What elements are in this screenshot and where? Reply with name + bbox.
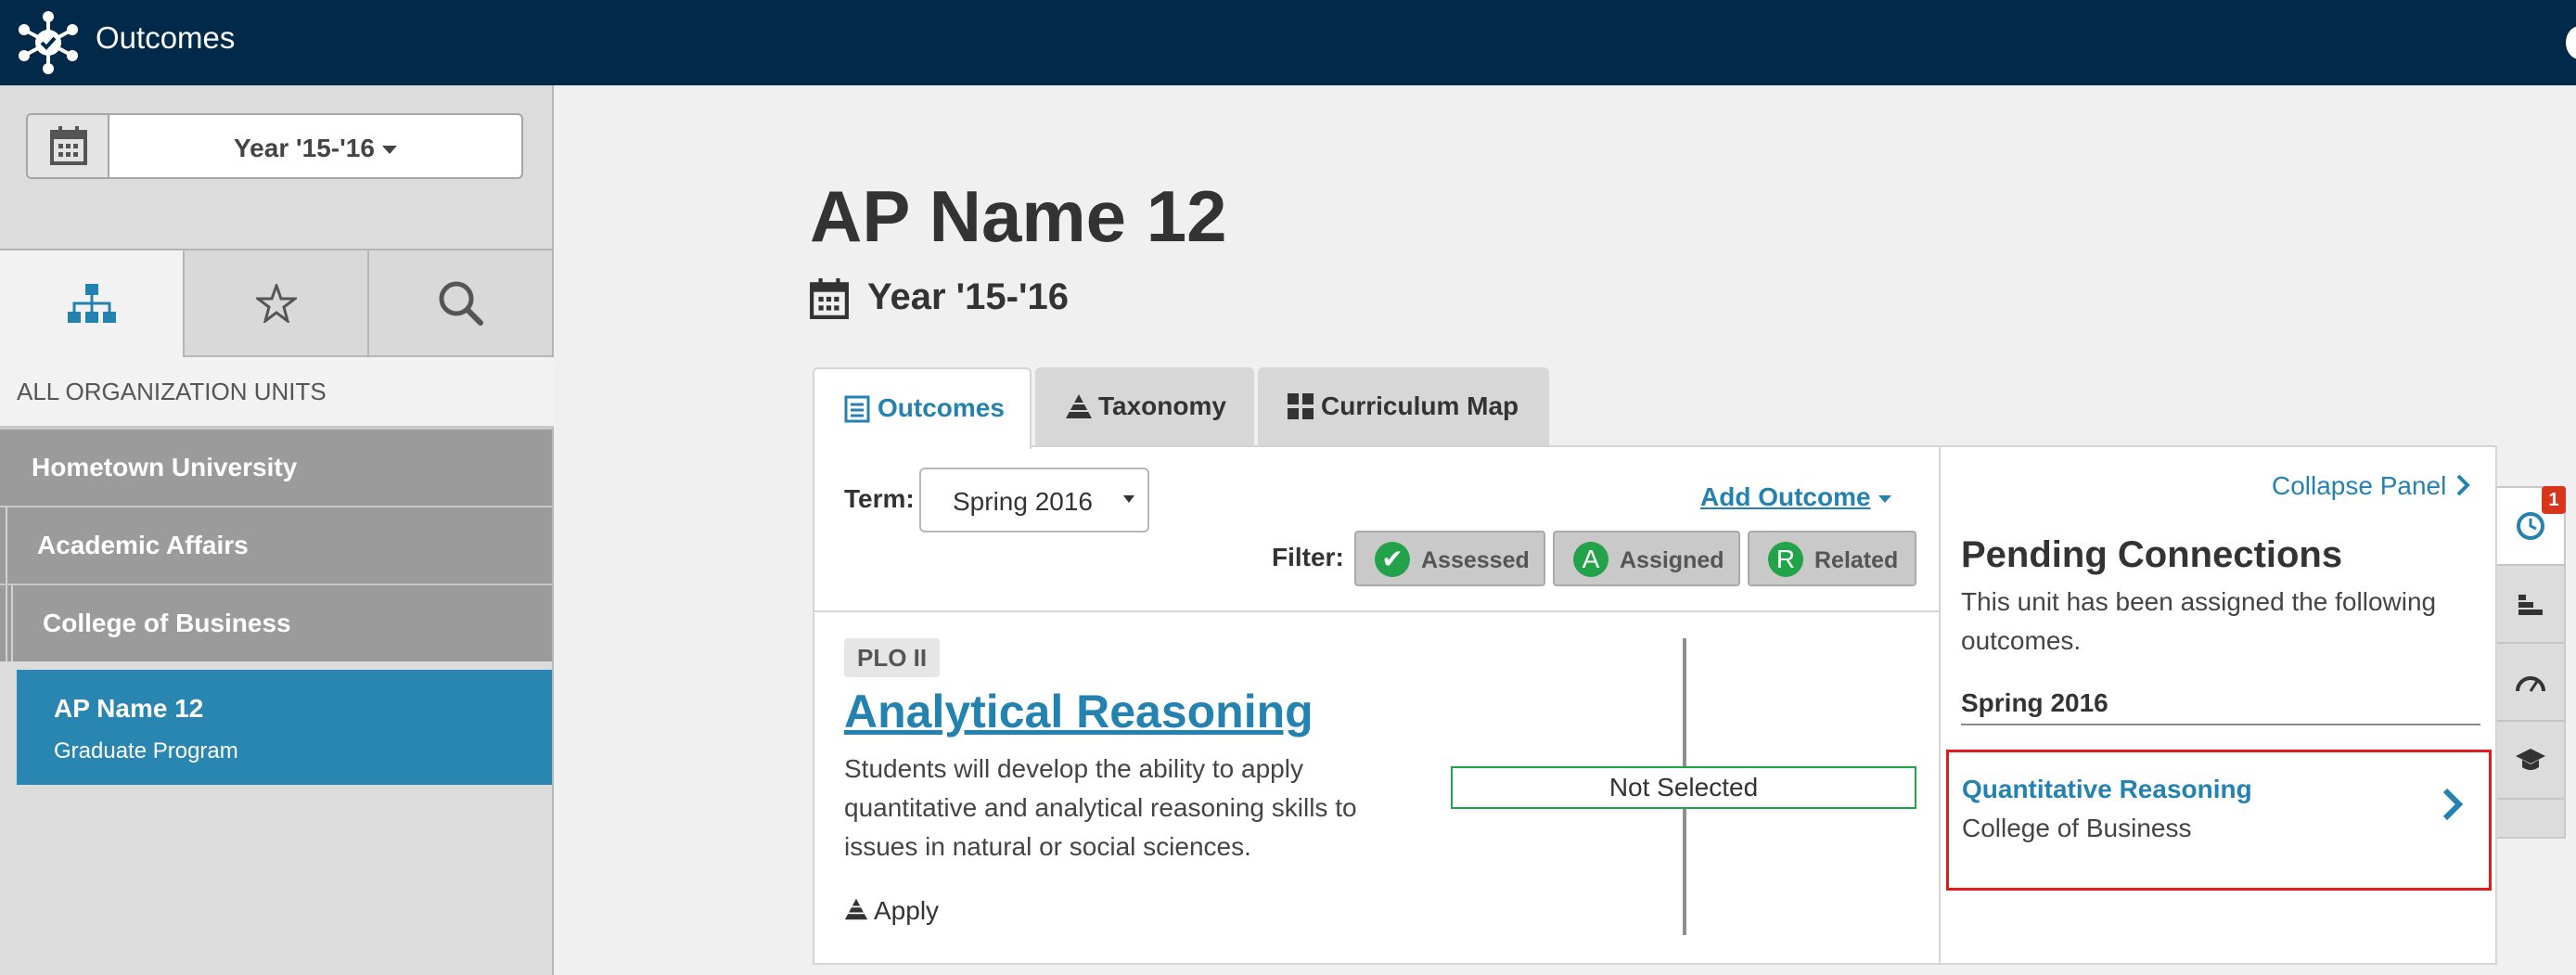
calendar-icon bbox=[50, 126, 87, 165]
caret-down-icon bbox=[381, 146, 397, 155]
pyramid-icon bbox=[844, 898, 868, 920]
tab-hierarchy[interactable] bbox=[0, 249, 185, 357]
grid-icon bbox=[1288, 393, 1314, 419]
chevron-right-icon bbox=[2442, 788, 2464, 821]
tab-curriculum-map[interactable]: Curriculum Map bbox=[1258, 367, 1549, 445]
graduation-cap-icon bbox=[2516, 749, 2545, 770]
chevron-right-icon bbox=[2456, 474, 2471, 496]
rail-courses-button[interactable] bbox=[2497, 722, 2564, 800]
term-select[interactable]: Spring 2016 bbox=[919, 468, 1149, 532]
search-icon bbox=[439, 281, 483, 326]
tree-item-hometown-university[interactable]: Hometown University bbox=[0, 428, 552, 506]
star-icon bbox=[255, 283, 297, 323]
calendar-icon bbox=[810, 278, 849, 319]
tree-item-active-unit[interactable]: AP Name 12 Graduate Program bbox=[17, 670, 552, 785]
pending-connection-item[interactable]: Quantitative Reasoning College of Busine… bbox=[1946, 750, 2492, 891]
rail-history-button[interactable]: 1 bbox=[2497, 486, 2566, 566]
tree-item-college-of-business[interactable]: College of Business bbox=[0, 584, 552, 661]
filter-label: Filter: bbox=[1272, 543, 1344, 571]
side-rail: 1 bbox=[2497, 486, 2566, 839]
pending-outcome-name: Quantitative Reasoning bbox=[1962, 775, 2252, 803]
app-title: Outcomes bbox=[96, 20, 236, 55]
sidebar: Year '15-'16 ALL ORGANIZATION UNITS Home… bbox=[0, 85, 554, 975]
rail-performance-button[interactable] bbox=[2497, 644, 2564, 722]
pending-connections-title: Pending Connections bbox=[1961, 534, 2343, 575]
term-label: Term: bbox=[844, 484, 915, 513]
notification-badge: 1 bbox=[2542, 486, 2566, 514]
tree-item-academic-affairs[interactable]: Academic Affairs bbox=[0, 506, 552, 584]
assigned-circle-icon: A bbox=[1573, 542, 1608, 577]
org-units-heading[interactable]: ALL ORGANIZATION UNITS bbox=[0, 357, 554, 428]
user-avatar[interactable] bbox=[2566, 26, 2576, 59]
year-calendar-button[interactable] bbox=[28, 115, 109, 177]
filter-assessed-button[interactable]: ✔ Assessed bbox=[1354, 531, 1545, 586]
active-unit-name: AP Name 12 bbox=[54, 694, 204, 723]
hierarchy-icon bbox=[67, 283, 116, 323]
divider bbox=[1961, 724, 2480, 725]
caret-down-icon bbox=[1878, 494, 1891, 503]
outcomes-panel: Term: Spring 2016 Add Outcome Filter: ✔ … bbox=[813, 445, 1941, 965]
filter-assigned-button[interactable]: A Assigned bbox=[1553, 531, 1740, 586]
check-circle-icon: ✔ bbox=[1375, 542, 1410, 577]
related-circle-icon: R bbox=[1768, 542, 1803, 577]
bar-chart-icon bbox=[2518, 595, 2543, 615]
year-selector[interactable]: Year '15-'16 bbox=[26, 113, 523, 179]
status-not-selected[interactable]: Not Selected bbox=[1451, 766, 1916, 809]
filter-related-button[interactable]: R Related bbox=[1748, 531, 1916, 586]
page-title: AP Name 12 bbox=[810, 175, 1227, 257]
tab-favorites[interactable] bbox=[185, 249, 369, 357]
pending-connections-description: This unit has been assigned the followin… bbox=[1961, 587, 2437, 655]
outcome-title-link[interactable]: Analytical Reasoning bbox=[844, 685, 1314, 738]
collapse-panel-button[interactable]: Collapse Panel bbox=[2272, 471, 2471, 501]
divider bbox=[814, 610, 1939, 612]
pending-term-heading: Spring 2016 bbox=[1961, 688, 2108, 717]
plo-badge: PLO II bbox=[844, 638, 941, 677]
rail-reports-button[interactable] bbox=[2497, 566, 2564, 644]
pending-outcome-unit: College of Business bbox=[1962, 814, 2192, 842]
clock-icon bbox=[2517, 512, 2544, 540]
tab-search[interactable] bbox=[369, 249, 554, 357]
gauge-icon bbox=[2516, 676, 2545, 692]
add-outcome-button[interactable]: Add Outcome bbox=[1700, 482, 1891, 512]
pending-connections-panel: Collapse Panel Pending Connections This … bbox=[1941, 445, 2497, 965]
pyramid-icon bbox=[1066, 394, 1092, 418]
outcomes-logo-icon[interactable] bbox=[15, 9, 82, 76]
outcome-description: Students will develop the ability to app… bbox=[844, 754, 1357, 861]
top-bar: Outcomes bbox=[0, 0, 2576, 85]
sidebar-tabs bbox=[0, 249, 554, 357]
caret-down-icon bbox=[1123, 495, 1134, 503]
active-unit-subtitle: Graduate Program bbox=[54, 738, 238, 763]
tab-taxonomy[interactable]: Taxonomy bbox=[1035, 367, 1254, 445]
apply-taxonomy-link[interactable]: Apply bbox=[844, 896, 939, 926]
tab-outcomes[interactable]: Outcomes bbox=[813, 367, 1032, 449]
year-selector-label: Year '15-'16 bbox=[109, 134, 521, 163]
list-icon bbox=[844, 395, 870, 423]
